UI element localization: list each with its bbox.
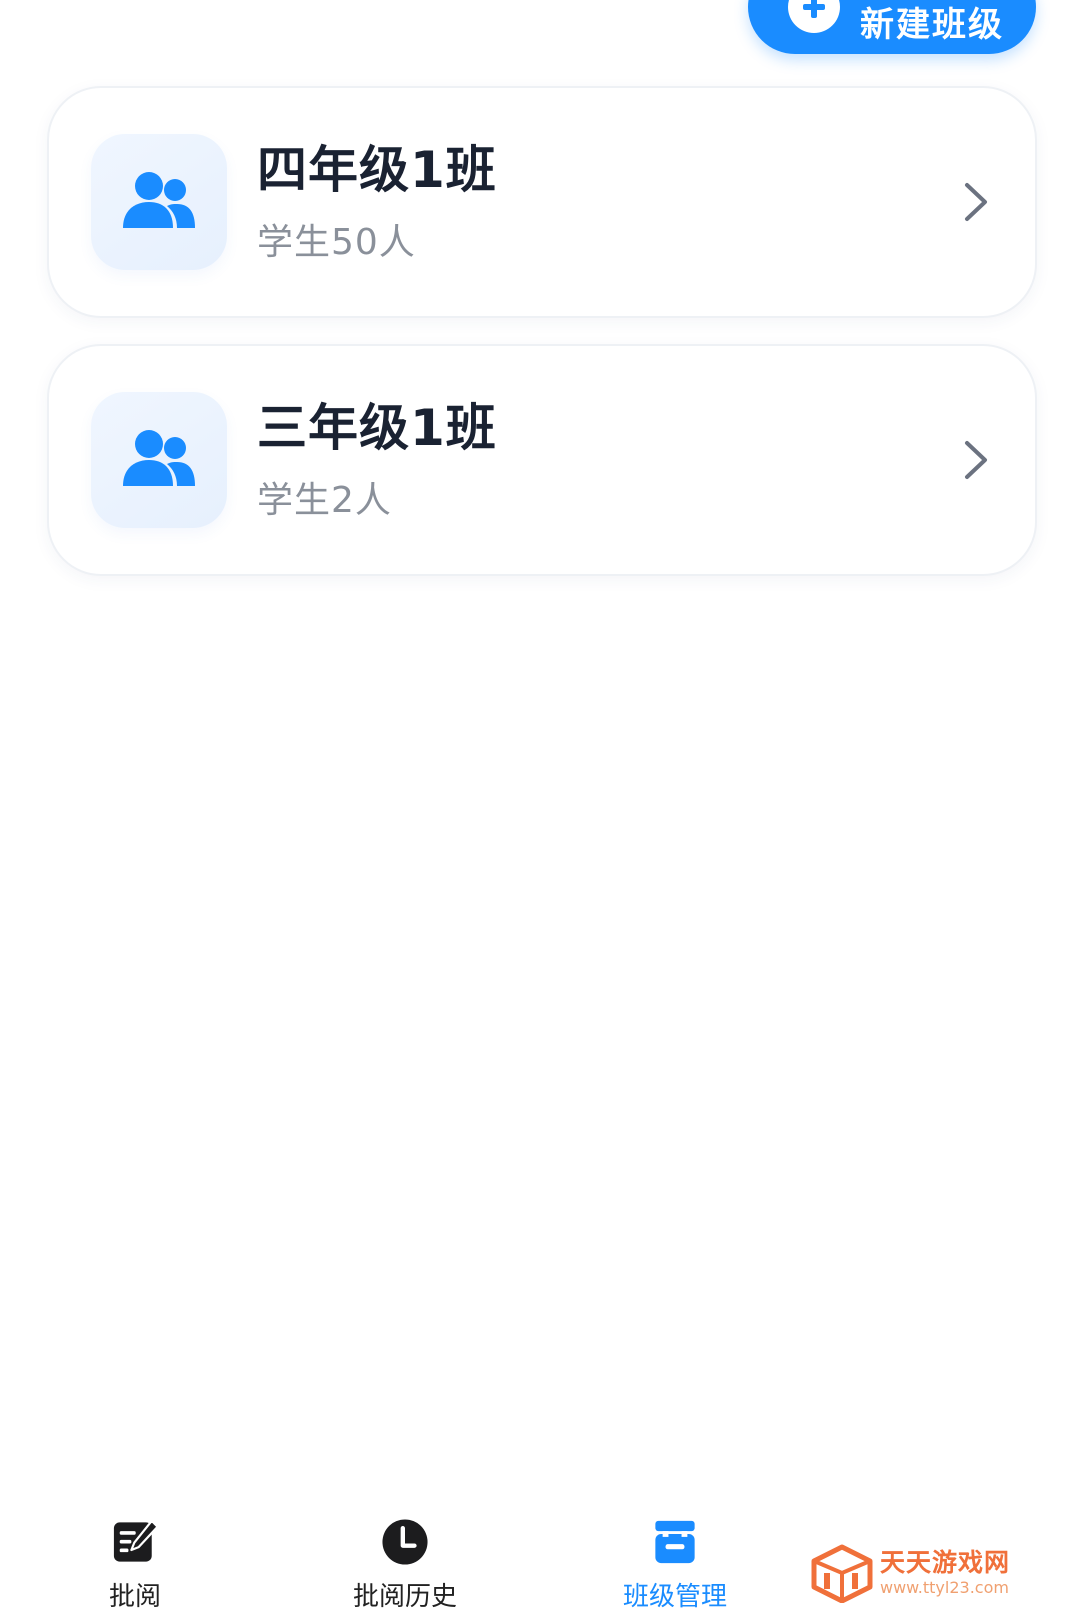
class-avatar <box>91 392 227 528</box>
watermark-url: www.ttyl23.com <box>880 1578 1009 1597</box>
edit-document-icon <box>113 1519 159 1562</box>
tab-label: 批阅 <box>108 1582 161 1612</box>
clock-icon <box>382 1519 428 1565</box>
class-management-page: 新建班级 四年级1班 学生50人 三年级1班 学生2人 批阅 批阅历史 班级管理… <box>0 0 1080 1613</box>
chevron-right-icon <box>965 183 987 221</box>
users-icon <box>123 172 195 228</box>
cube-logo-icon <box>811 1544 873 1603</box>
watermark: 天天游戏网 www.ttyl23.com <box>810 1540 1010 1606</box>
new-class-label: 新建班级 <box>860 4 1004 45</box>
tab-label: 批阅历史 <box>352 1582 457 1612</box>
class-card[interactable]: 四年级1班 学生50人 <box>47 86 1037 318</box>
student-count: 学生50人 <box>257 222 416 263</box>
class-name: 三年级1班 <box>257 399 497 457</box>
users-icon <box>123 430 195 486</box>
student-count: 学生2人 <box>257 480 392 521</box>
tab-review-history[interactable]: 批阅历史 <box>305 1500 505 1613</box>
class-avatar <box>91 134 227 270</box>
tab-class-management[interactable]: 班级管理 <box>575 1500 775 1613</box>
tab-review[interactable]: 批阅 <box>35 1500 235 1613</box>
watermark-title: 天天游戏网 <box>880 1548 1011 1577</box>
class-card[interactable]: 三年级1班 学生2人 <box>47 344 1037 576</box>
new-class-button[interactable]: 新建班级 <box>748 0 1036 54</box>
plus-icon <box>788 0 840 33</box>
tab-label: 班级管理 <box>622 1582 727 1612</box>
class-manage-icon <box>655 1520 695 1564</box>
chevron-right-icon <box>965 441 987 479</box>
class-name: 四年级1班 <box>257 141 497 199</box>
